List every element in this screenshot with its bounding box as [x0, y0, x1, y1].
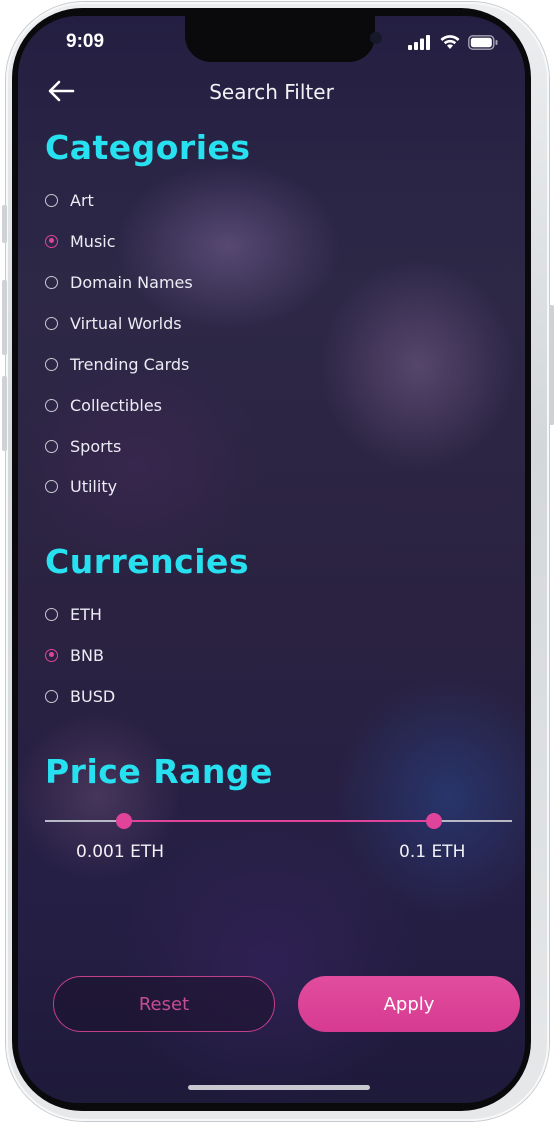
- slider-selected-range: [124, 820, 434, 822]
- battery-icon: [468, 34, 498, 50]
- home-indicator: [188, 1085, 370, 1090]
- reset-button[interactable]: Reset: [53, 976, 275, 1032]
- slider-min-thumb[interactable]: [116, 813, 133, 829]
- volume-down-button: [2, 376, 7, 451]
- page-title: Search Filter: [209, 80, 334, 104]
- price-range-title: Price Range: [45, 752, 273, 791]
- option-label: ETH: [70, 604, 102, 624]
- option-label: Collectibles: [70, 395, 162, 415]
- currency-option-bnb[interactable]: BNB: [45, 643, 104, 667]
- radio-unchecked-icon[interactable]: [45, 479, 58, 493]
- slider-max-thumb[interactable]: [426, 813, 442, 829]
- categories-title: Categories: [45, 128, 251, 167]
- radio-unchecked-icon[interactable]: [45, 398, 58, 412]
- category-option-domain-names[interactable]: Domain Names: [45, 270, 193, 294]
- option-label: BUSD: [70, 686, 116, 706]
- price-range-slider[interactable]: [45, 813, 512, 829]
- radio-unchecked-icon[interactable]: [45, 607, 58, 621]
- option-label: Art: [70, 190, 94, 210]
- front-camera: [370, 32, 382, 44]
- category-option-sports[interactable]: Sports: [45, 434, 121, 458]
- radio-unchecked-icon[interactable]: [45, 357, 58, 371]
- price-min-label: 0.001 ETH: [76, 842, 164, 862]
- category-option-virtual-worlds[interactable]: Virtual Worlds: [45, 311, 182, 335]
- signal-icon: [408, 34, 430, 50]
- price-max-label: 0.1 ETH: [399, 842, 466, 862]
- radio-unchecked-icon[interactable]: [45, 275, 58, 289]
- radio-unchecked-icon[interactable]: [45, 689, 58, 703]
- apply-button[interactable]: Apply: [298, 976, 520, 1032]
- radio-unchecked-icon[interactable]: [45, 193, 58, 207]
- power-button: [549, 305, 554, 425]
- option-label: Trending Cards: [70, 354, 190, 374]
- category-option-trending-cards[interactable]: Trending Cards: [45, 352, 189, 376]
- screen: 9:09 Search Filter Categories Art Music …: [18, 16, 525, 1103]
- status-icons: [408, 34, 498, 50]
- mute-switch: [2, 205, 7, 243]
- option-label: Sports: [70, 436, 122, 456]
- category-option-collectibles[interactable]: Collectibles: [45, 393, 162, 417]
- currency-option-eth[interactable]: ETH: [45, 602, 102, 626]
- radio-checked-icon[interactable]: [45, 234, 58, 248]
- category-option-art[interactable]: Art: [45, 188, 94, 212]
- volume-up-button: [2, 280, 7, 355]
- currency-option-busd[interactable]: BUSD: [45, 684, 115, 708]
- currencies-title: Currencies: [45, 542, 250, 581]
- status-time: 9:09: [66, 31, 105, 52]
- header: Search Filter: [18, 76, 525, 106]
- category-option-utility[interactable]: Utility: [45, 474, 117, 498]
- wifi-icon: [440, 35, 460, 49]
- radio-checked-icon[interactable]: [45, 648, 58, 662]
- option-label: Utility: [70, 476, 118, 496]
- radio-unchecked-icon[interactable]: [45, 316, 58, 330]
- category-option-music[interactable]: Music: [45, 229, 116, 253]
- option-label: Virtual Worlds: [70, 313, 182, 333]
- option-label: Domain Names: [70, 272, 193, 292]
- radio-unchecked-icon[interactable]: [45, 439, 58, 453]
- notch: [185, 16, 382, 62]
- option-label: Music: [70, 231, 116, 251]
- option-label: BNB: [70, 645, 104, 665]
